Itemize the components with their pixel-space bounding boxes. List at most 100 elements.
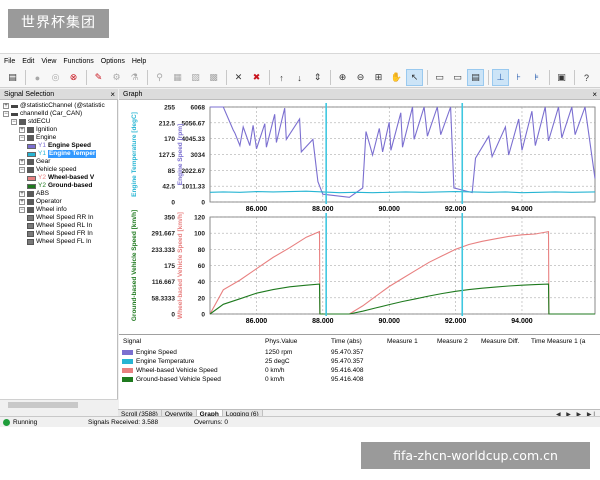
tree-node-wheel-speed-rr[interactable]: Wheel Speed RR In [27,214,93,222]
tree-node-operator[interactable]: + Operator [19,198,62,206]
move-down-icon[interactable]: ↓ [291,69,308,86]
tree-node-wheel-speed-rl[interactable]: Wheel Speed RL In [27,222,92,230]
export-icon[interactable]: ▦ [169,69,186,86]
tree-node-channel-id[interactable]: − channelId (Car_CAN) [3,110,82,118]
status-state: Running [13,419,38,426]
pointer-icon[interactable]: ↖ [406,69,423,86]
column-header-time-measure-1[interactable]: Time Measure 1 (a [531,337,585,346]
zoom-in-icon[interactable]: ⊕ [334,69,351,86]
menu-options[interactable]: Options [101,58,125,65]
layout-one-icon[interactable]: ▭ [431,69,448,86]
menu-view[interactable]: View [41,58,56,65]
tree-node-engine[interactable]: − Engine [19,134,56,142]
fit-icon[interactable]: ⇕ [309,69,326,86]
layout-two-icon[interactable]: ▭ [449,69,466,86]
y-tick-label: 0 [171,200,175,207]
status-bar: Running Signals Received: 3.588 Overruns… [0,416,600,427]
collapse-icon[interactable]: − [19,207,25,213]
collapse-icon[interactable]: − [3,111,9,117]
close-icon[interactable]: × [110,89,115,100]
erase-icon[interactable]: ✎ [90,69,107,86]
toolbar: ▤ ● ◎ ⊗ ✎ ⚙ ⚗ ⚲ ▦ ▧ ▩ ✕ ✖ ↑ ↓ ⇕ ⊕ ⊖ ⊞ ✋ … [0,68,600,88]
column-header-signal[interactable]: Signal [123,337,141,346]
new-measurement-icon[interactable]: ▤ [4,69,21,86]
y-tick-label: 0 [171,312,175,319]
tree-node-std-ecu[interactable]: − stdECU [11,118,50,126]
trigger-icon[interactable]: ⚲ [151,69,168,86]
tree-node-statistic-channel[interactable]: + @statisticChannel (@statistic [3,102,105,110]
delete-all-icon[interactable]: ✖ [248,69,265,86]
move-up-icon[interactable]: ↑ [273,69,290,86]
import-icon[interactable]: ▧ [187,69,204,86]
window-icon[interactable]: ▣ [553,69,570,86]
tree-node-gear[interactable]: + Gear [19,158,50,166]
scrollbar-thumb[interactable] [8,402,78,408]
tree-node-wheel-info[interactable]: − Wheel info [19,206,67,214]
horizontal-scrollbar[interactable] [0,399,118,409]
message-icon [27,167,34,173]
expand-icon[interactable]: + [19,127,25,133]
collapse-icon[interactable]: − [19,135,25,141]
measure-cursor-two-icon[interactable]: ⊧ [528,69,545,86]
properties-icon[interactable]: ▩ [205,69,222,86]
graph-header: Graph × [119,89,600,100]
help-icon[interactable]: ? [578,69,595,86]
column-header-measure-diff[interactable]: Measure Diff. [481,337,520,346]
table-row[interactable]: Ground-based Vehicle Speed 0 km/h 95.416… [119,375,600,384]
menu-functions[interactable]: Functions [63,58,93,65]
tree-node-ignition[interactable]: + Ignition [19,126,57,134]
column-header-time-abs[interactable]: Time (abs) [331,337,362,346]
x-tick-label: 90.000 [379,206,401,213]
y-tick-label: 291.667 [152,231,176,238]
tree-node-engine-temperature[interactable]: Y1 Engine Temper [27,150,97,158]
table-row[interactable]: Engine Temperature 25 degC 95.470.357 [119,357,600,366]
table-row[interactable]: Engine Speed 1250 rpm 95.470.357 [119,348,600,357]
signal-tree: + @statisticChannel (@statistic − channelI… [0,101,118,399]
menu-help[interactable]: Help [132,58,146,65]
delete-icon[interactable]: ✕ [230,69,247,86]
graph-canvas[interactable]: 86.000 88.000 90.000 92.000 94.000 255 212.5 17… [119,101,600,334]
expand-icon[interactable]: + [19,191,25,197]
signal-icon [27,239,34,245]
column-header-measure-1[interactable]: Measure 1 [387,337,418,346]
tree-node-wheel-based-speed[interactable]: Y2 Wheel-based V [27,174,94,182]
expand-icon[interactable]: + [19,199,25,205]
tree-node-wheel-speed-fr[interactable]: Wheel Speed FR In [27,230,93,238]
series-color-swatch [27,143,36,149]
menu-file[interactable]: File [4,58,15,65]
column-header-measure-2[interactable]: Measure 2 [437,337,468,346]
signal-legend-table: Signal Phys.Value Time (abs) Measure 1 M… [119,334,600,409]
y-tick-label: 42.5 [162,184,175,191]
zoom-out-icon[interactable]: ⊖ [352,69,369,86]
close-icon[interactable]: × [592,89,597,100]
tree-node-wheel-speed-fl[interactable]: Wheel Speed FL In [27,238,91,246]
column-header-phys-value[interactable]: Phys.Value [265,337,297,346]
series-color-swatch [122,377,133,382]
menu-edit[interactable]: Edit [22,58,34,65]
y-tick-label: 58.3333 [152,295,176,302]
pan-hand-icon[interactable]: ✋ [388,69,405,86]
expand-icon[interactable]: + [3,103,9,109]
layout-split-icon[interactable]: ▤ [467,69,484,86]
graph-title: Graph [123,91,143,98]
tree-node-vehicle-speed[interactable]: − Vehicle speed [19,166,76,174]
zoom-fit-icon[interactable]: ⊞ [370,69,387,86]
expand-icon[interactable]: + [19,159,25,165]
watermark-top: 世界杯集团 [8,9,109,38]
measure-cursor-icon[interactable]: ⊥ [492,69,509,86]
table-row[interactable]: Wheel-based Vehicle Speed 0 km/h 95.416.… [119,366,600,375]
stop-icon[interactable]: ⊗ [65,69,82,86]
measure-cursor-one-icon[interactable]: ⊦ [510,69,527,86]
collapse-icon[interactable]: − [11,119,17,125]
tree-node-engine-speed[interactable]: Y1 Engine Speed [27,142,91,150]
collapse-icon[interactable]: − [19,167,25,173]
start-icon[interactable]: ● [29,69,46,86]
config-icon[interactable]: ⚙ [108,69,125,86]
pause-icon[interactable]: ◎ [47,69,64,86]
tree-node-abs[interactable]: + ABS [19,190,49,198]
series-color-swatch [122,350,133,355]
filter-icon[interactable]: ⚗ [126,69,143,86]
x-tick-label: 92.000 [445,318,467,325]
tree-node-ground-based-speed[interactable]: Y2 Ground-based [27,182,92,190]
signal-selection-panel: Signal Selection × + @statisticChannel (@… [0,89,118,409]
